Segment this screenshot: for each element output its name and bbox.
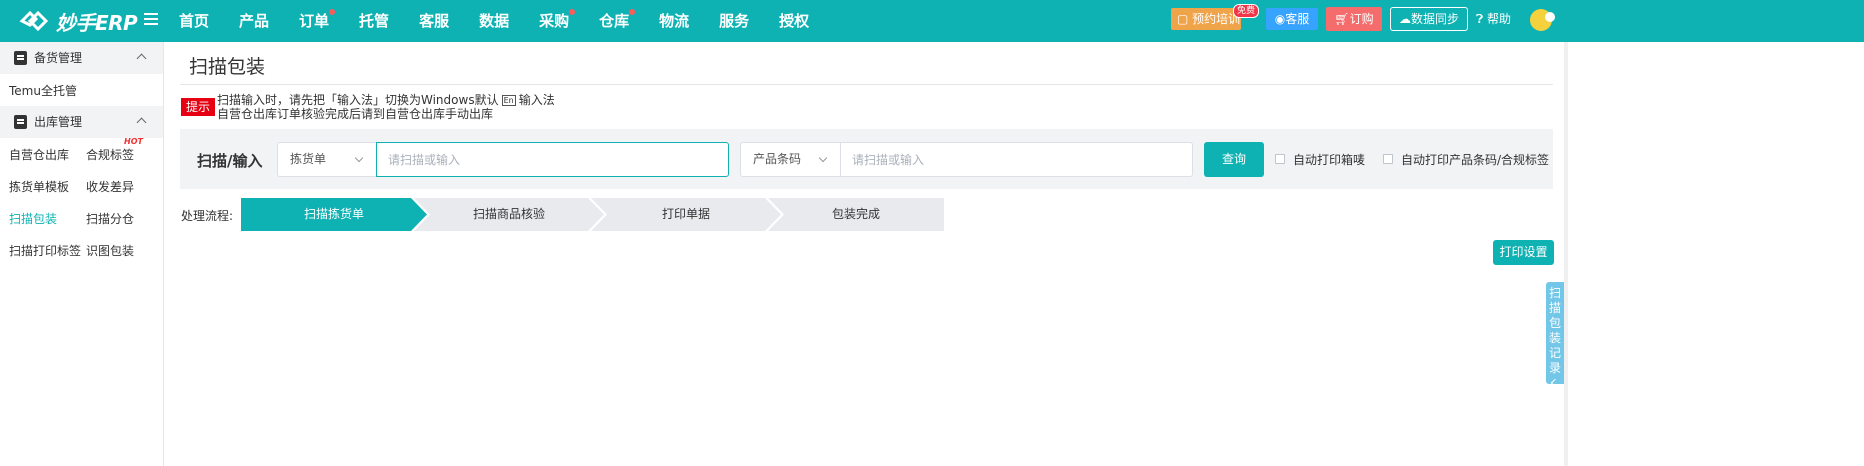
chevron-down-icon bbox=[818, 153, 828, 163]
flow-step-scan-picking: 扫描拣货单 bbox=[241, 198, 427, 231]
menu-toggle-icon[interactable] bbox=[144, 13, 158, 27]
checkbox-icon bbox=[1383, 154, 1393, 164]
help-button[interactable]: ❓︎ 帮助 bbox=[1476, 10, 1511, 28]
sidebar-item-compliance-label[interactable]: 合规标签 HOT bbox=[86, 137, 163, 163]
auto-print-box-label-checkbox[interactable]: 自动打印箱唛 bbox=[1275, 152, 1365, 167]
picking-type-select[interactable]: 拣货单 bbox=[277, 142, 377, 177]
sidebar-item-temu-hosting[interactable]: Temu全托管 bbox=[9, 82, 86, 99]
chevron-up-icon bbox=[136, 53, 147, 64]
sidebar-group-stock-management[interactable]: 备货管理 bbox=[0, 42, 163, 74]
main-nav: 首页 产品 订单 托管 客服 数据 采购 仓库 物流 服务 授权 bbox=[164, 0, 824, 42]
nav-item-products[interactable]: 产品 bbox=[224, 0, 284, 42]
sidebar-item-shipping-discrepancy[interactable]: 收发差异 bbox=[86, 178, 163, 195]
chevron-up-icon bbox=[136, 117, 147, 128]
chevron-left-icon bbox=[1550, 378, 1560, 388]
sidebar-item-self-warehouse-outbound[interactable]: 自营仓出库 bbox=[9, 146, 86, 163]
data-sync-button[interactable]: ☁数据同步 bbox=[1390, 7, 1468, 31]
process-flow-label: 处理流程: bbox=[181, 209, 234, 223]
divider bbox=[180, 84, 1553, 85]
flow-step-verify-items: 扫描商品核验 bbox=[414, 198, 604, 231]
scrollbar[interactable] bbox=[1564, 42, 1568, 466]
brand-name: 妙手ERP bbox=[56, 10, 138, 35]
customer-service-button[interactable]: ◉客服 bbox=[1266, 8, 1318, 30]
nav-item-warehouse[interactable]: 仓库 bbox=[584, 0, 644, 42]
free-badge: 免费 bbox=[1233, 4, 1260, 18]
top-nav-bar: 妙手ERP 首页 产品 订单 托管 客服 数据 采购 仓库 物流 服务 授权 ▢… bbox=[0, 0, 1864, 42]
sidebar: 备货管理 Temu全托管 出库管理 自营仓出库 合规标签 HOT 拣货单模板 收发… bbox=[0, 42, 164, 466]
checkbox-icon bbox=[1275, 154, 1285, 164]
barcode-type-select[interactable]: 产品条码 bbox=[740, 142, 841, 177]
logo-icon bbox=[19, 10, 49, 32]
tip-text: 扫描输入时，请先把「输入法」切换为Windows默认 En 输入法 自营仓出库订单核… bbox=[217, 93, 555, 121]
scan-packing-record-tab[interactable]: 扫描包装记录 bbox=[1546, 282, 1564, 388]
en-input-method-icon: En bbox=[501, 95, 516, 106]
user-avatar[interactable] bbox=[1530, 9, 1555, 31]
sidebar-item-image-packing[interactable]: 识图包装 bbox=[86, 242, 163, 259]
nav-item-hosting[interactable]: 托管 bbox=[344, 0, 404, 42]
subscribe-button[interactable]: 🛒︎订购 bbox=[1326, 7, 1382, 31]
sidebar-item-scan-print-label[interactable]: 扫描打印标签 bbox=[9, 242, 86, 259]
nav-item-orders[interactable]: 订单 bbox=[284, 0, 344, 42]
nav-item-authorization[interactable]: 授权 bbox=[764, 0, 824, 42]
notification-dot bbox=[569, 9, 576, 15]
nav-item-data[interactable]: 数据 bbox=[464, 0, 524, 42]
barcode-scan-input[interactable] bbox=[840, 142, 1193, 177]
clipboard-icon bbox=[14, 51, 27, 65]
brand-logo[interactable]: 妙手ERP bbox=[12, 6, 138, 36]
picking-scan-input[interactable] bbox=[376, 142, 729, 177]
print-settings-button[interactable]: 打印设置 bbox=[1493, 240, 1554, 265]
sidebar-group-outbound-management[interactable]: 出库管理 bbox=[0, 106, 163, 138]
hot-badge: HOT bbox=[124, 136, 143, 146]
flow-step-packing-complete: 包装完成 bbox=[768, 198, 944, 231]
notification-dot bbox=[329, 9, 336, 15]
sidebar-item-scan-sorting[interactable]: 扫描分仓 bbox=[86, 210, 163, 227]
query-button[interactable]: 查询 bbox=[1204, 142, 1264, 177]
notification-dot bbox=[629, 9, 636, 15]
nav-item-logistics[interactable]: 物流 bbox=[644, 0, 704, 42]
book-training-button[interactable]: ▢ 预约培训 bbox=[1171, 8, 1241, 30]
clipboard-icon bbox=[14, 115, 27, 129]
nav-item-purchase[interactable]: 采购 bbox=[524, 0, 584, 42]
tip-badge: 提示 bbox=[181, 98, 215, 116]
sidebar-item-picking-template[interactable]: 拣货单模板 bbox=[9, 178, 86, 195]
page-title: 扫描包装 bbox=[189, 56, 266, 78]
auto-print-barcode-checkbox[interactable]: 自动打印产品条码/合规标签 bbox=[1383, 152, 1549, 167]
nav-item-services[interactable]: 服务 bbox=[704, 0, 764, 42]
chevron-down-icon bbox=[354, 153, 364, 163]
nav-item-home[interactable]: 首页 bbox=[164, 0, 224, 42]
flow-step-print-documents: 打印单据 bbox=[591, 198, 781, 231]
scan-input-label: 扫描/输入 bbox=[197, 152, 263, 170]
sidebar-item-scan-packing[interactable]: 扫描包装 bbox=[9, 210, 86, 227]
nav-item-customer-service[interactable]: 客服 bbox=[404, 0, 464, 42]
